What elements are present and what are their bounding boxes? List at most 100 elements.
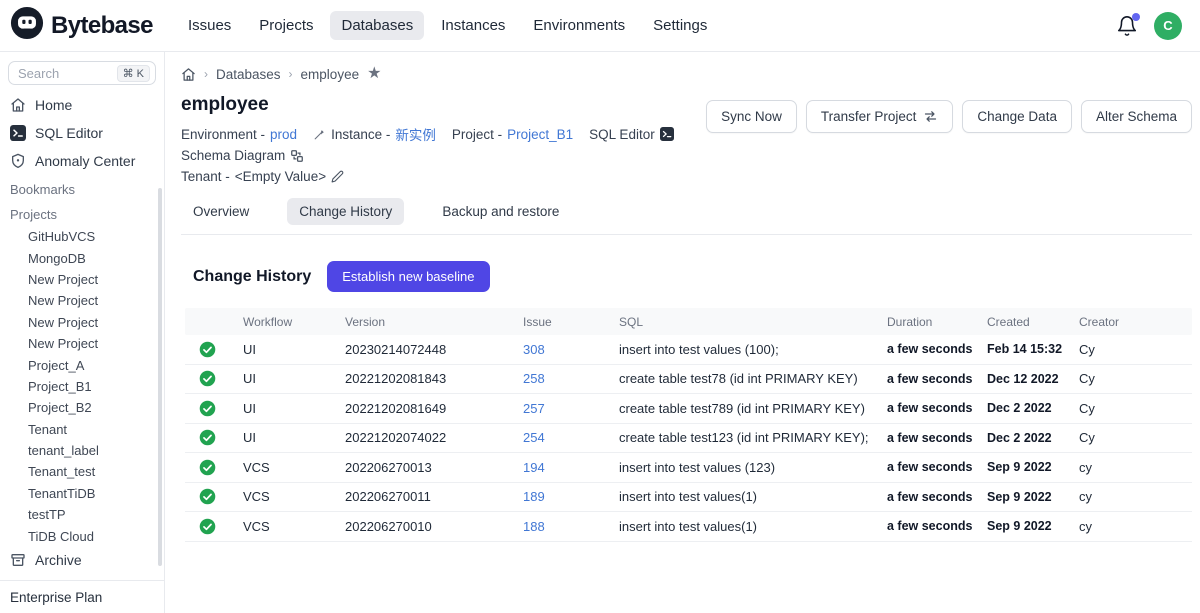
col-sql: SQL xyxy=(619,315,887,329)
sidebar-project-item[interactable]: testTP xyxy=(0,503,164,524)
tenant-label: Tenant - xyxy=(181,169,230,184)
created-cell: Dec 2 2022 xyxy=(987,431,1079,445)
sidebar-project-item[interactable]: Tenant_test xyxy=(0,460,164,481)
sidebar-item-sql-editor[interactable]: SQL Editor xyxy=(0,119,164,147)
alter-schema-button[interactable]: Alter Schema xyxy=(1081,100,1192,133)
breadcrumb-databases[interactable]: Databases xyxy=(216,67,281,82)
swap-arrows-icon xyxy=(923,109,938,124)
archive-icon xyxy=(10,552,26,568)
table-header-row: Workflow Version Issue SQL Duration Crea… xyxy=(185,308,1192,335)
avatar[interactable]: C xyxy=(1154,12,1182,40)
sidebar-project-item[interactable]: Project_B2 xyxy=(0,396,164,417)
success-check-icon xyxy=(199,429,216,446)
sidebar-item-archive[interactable]: Archive xyxy=(0,546,164,580)
issue-link[interactable]: 308 xyxy=(523,342,619,357)
issue-link[interactable]: 258 xyxy=(523,371,619,386)
sidebar-project-item[interactable]: TenantTiDB xyxy=(0,482,164,503)
sidebar-project-item[interactable]: TiDB Cloud xyxy=(0,525,164,546)
sidebar-scrollbar[interactable] xyxy=(158,188,162,566)
search-input[interactable]: Search ⌘ K xyxy=(8,61,156,85)
nav-item[interactable]: Issues xyxy=(177,11,242,40)
created-cell: Sep 9 2022 xyxy=(987,460,1079,474)
breadcrumb-home-icon[interactable] xyxy=(181,67,196,82)
database-tabs: Overview Change History Backup and restore xyxy=(181,198,1192,235)
issue-link[interactable]: 257 xyxy=(523,401,619,416)
bookmark-star-icon[interactable]: ★ xyxy=(367,66,381,82)
notification-dot xyxy=(1132,13,1140,21)
schema-diagram-link[interactable]: Schema Diagram xyxy=(181,148,304,163)
col-issue: Issue xyxy=(523,315,619,329)
search-placeholder: Search xyxy=(18,66,113,81)
notifications-button[interactable] xyxy=(1116,15,1138,37)
sql-cell: create table test78 (id int PRIMARY KEY) xyxy=(619,371,887,386)
nav-item[interactable]: Environments xyxy=(522,11,636,40)
nav-item[interactable]: Projects xyxy=(248,11,324,40)
sidebar-project-item[interactable]: tenant_label xyxy=(0,439,164,460)
chevron-right-icon: › xyxy=(289,67,293,81)
sidebar-project-item[interactable]: Tenant xyxy=(0,418,164,439)
version-cell: 20221202081649 xyxy=(345,401,523,416)
issue-link[interactable]: 189 xyxy=(523,489,619,504)
col-creator: Creator xyxy=(1079,315,1192,329)
table-row[interactable]: UI 20221202081843 258 create table test7… xyxy=(185,365,1192,395)
workflow-cell: UI xyxy=(243,401,345,416)
sidebar-project-item[interactable]: MongoDB xyxy=(0,247,164,268)
status-cell xyxy=(185,370,243,387)
table-row[interactable]: UI 20221202081649 257 create table test7… xyxy=(185,394,1192,424)
main-nav: IssuesProjectsDatabasesInstancesEnvironm… xyxy=(177,11,718,40)
nav-item[interactable]: Settings xyxy=(642,11,718,40)
sidebar-item-home[interactable]: Home xyxy=(0,91,164,119)
tab[interactable]: Backup and restore xyxy=(430,198,571,225)
environment-link[interactable]: prod xyxy=(270,127,297,142)
plan-label[interactable]: Enterprise Plan xyxy=(0,580,164,613)
instance-link[interactable]: 新实例 xyxy=(395,124,436,144)
status-cell xyxy=(185,518,243,535)
meta-project: Project - Project_B1 xyxy=(452,127,573,142)
bytebase-logo[interactable]: Bytebase xyxy=(10,6,153,45)
table-row[interactable]: VCS 202206270011 189 insert into test va… xyxy=(185,483,1192,513)
environment-label: Environment - xyxy=(181,127,265,142)
tab[interactable]: Change History xyxy=(287,198,404,225)
nav-item[interactable]: Instances xyxy=(430,11,516,40)
duration-cell: a few seconds xyxy=(887,401,987,415)
meta-instance: Instance - 新实例 xyxy=(313,124,436,144)
sql-cell: insert into test values(1) xyxy=(619,489,887,504)
sidebar-project-item[interactable]: New Project xyxy=(0,289,164,310)
creator-cell: cy xyxy=(1079,460,1192,475)
change-data-button[interactable]: Change Data xyxy=(962,100,1072,133)
sql-cell: insert into test values (100); xyxy=(619,342,887,357)
sidebar-item-label: Home xyxy=(35,97,72,113)
table-row[interactable]: VCS 202206270010 188 insert into test va… xyxy=(185,512,1192,542)
project-link[interactable]: Project_B1 xyxy=(507,127,573,142)
sql-editor-link[interactable]: SQL Editor xyxy=(589,127,674,142)
edit-pencil-icon[interactable] xyxy=(331,170,344,183)
issue-link[interactable]: 194 xyxy=(523,460,619,475)
meta-environment: Environment - prod xyxy=(181,127,297,142)
success-check-icon xyxy=(199,370,216,387)
sidebar-section-bookmarks[interactable]: Bookmarks xyxy=(0,175,164,200)
version-cell: 20221202081843 xyxy=(345,371,523,386)
creator-cell: Cy xyxy=(1079,401,1192,416)
tenant-value: <Empty Value> xyxy=(235,169,326,184)
sidebar-item-anomaly-center[interactable]: Anomaly Center xyxy=(0,147,164,175)
sidebar-project-item[interactable]: New Project xyxy=(0,268,164,289)
sidebar-project-item[interactable]: Project_B1 xyxy=(0,375,164,396)
table-row[interactable]: UI 20221202074022 254 create table test1… xyxy=(185,424,1192,454)
search-shortcut-badge: ⌘ K xyxy=(117,65,150,82)
tab[interactable]: Overview xyxy=(181,198,261,225)
establish-baseline-button[interactable]: Establish new baseline xyxy=(327,261,489,292)
breadcrumb-employee[interactable]: employee xyxy=(301,67,360,82)
table-row[interactable]: VCS 202206270013 194 insert into test va… xyxy=(185,453,1192,483)
sidebar-section-projects[interactable]: Projects xyxy=(0,200,164,225)
sync-now-button[interactable]: Sync Now xyxy=(706,100,797,133)
table-row[interactable]: UI 20230214072448 308 insert into test v… xyxy=(185,335,1192,365)
nav-item[interactable]: Databases xyxy=(330,11,424,40)
sidebar-project-item[interactable]: New Project xyxy=(0,332,164,353)
issue-link[interactable]: 188 xyxy=(523,519,619,534)
transfer-project-button[interactable]: Transfer Project xyxy=(806,100,954,133)
issue-link[interactable]: 254 xyxy=(523,430,619,445)
sql-cell: insert into test values (123) xyxy=(619,460,887,475)
sidebar-project-item[interactable]: New Project xyxy=(0,311,164,332)
sidebar-project-item[interactable]: Project_A xyxy=(0,354,164,375)
sidebar-project-item[interactable]: GitHubVCS xyxy=(0,225,164,246)
